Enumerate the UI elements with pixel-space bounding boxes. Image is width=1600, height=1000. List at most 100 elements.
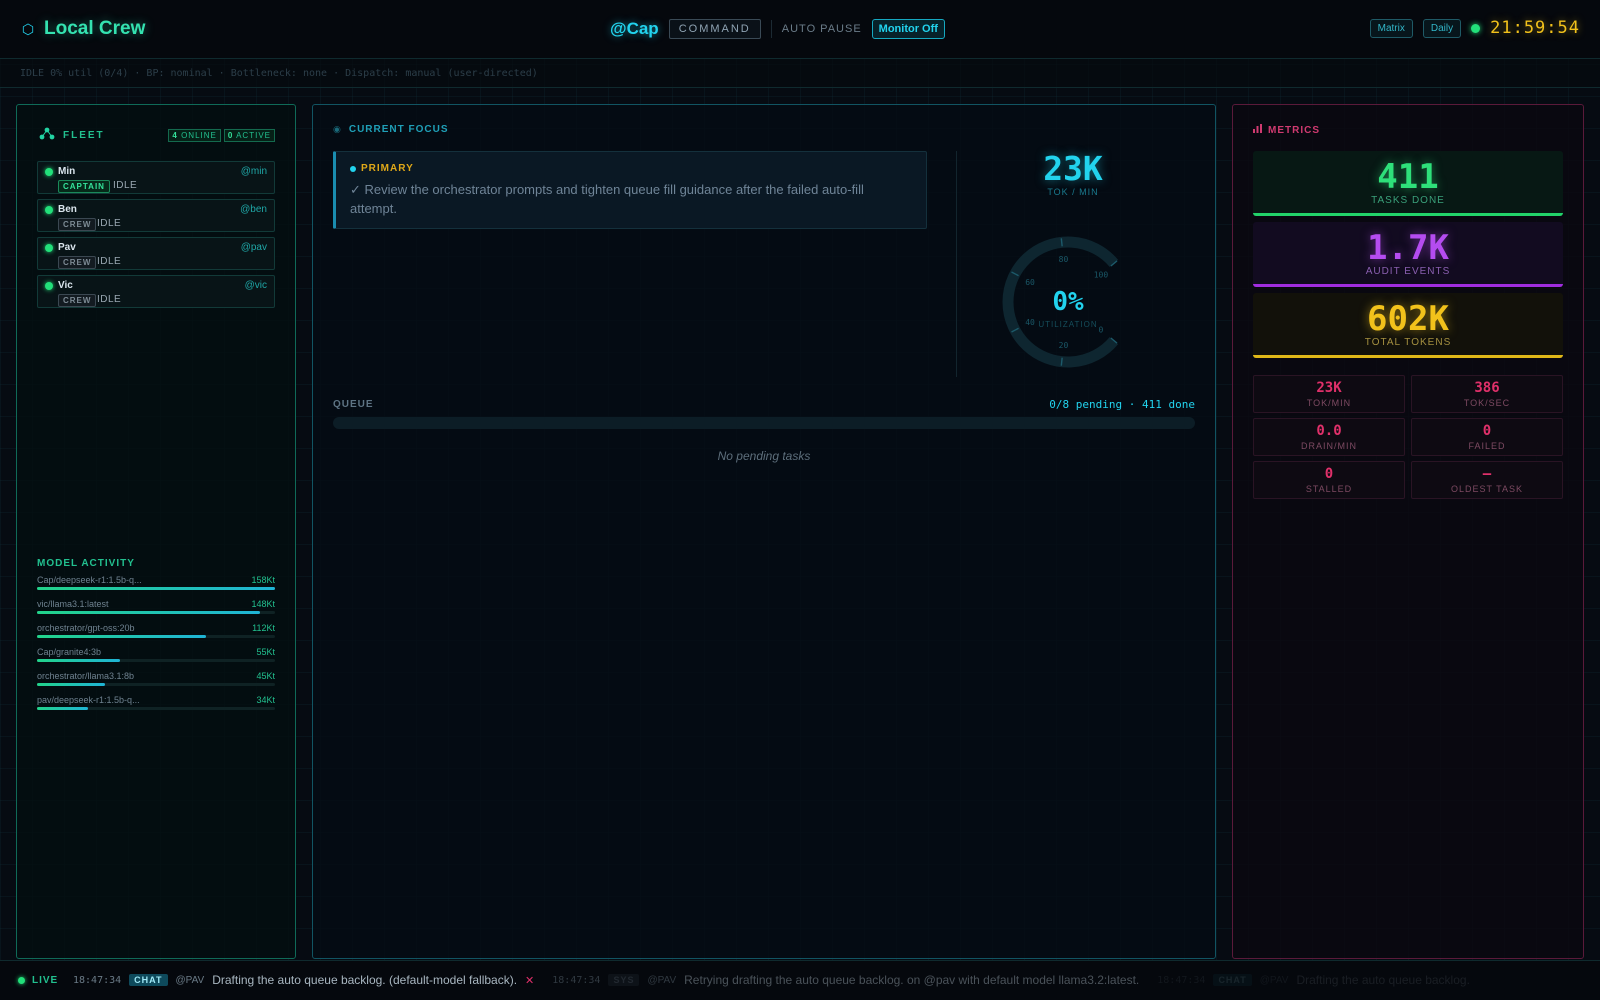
metric-value: 0.0 [1316,423,1342,439]
ticker-time: 18:47:34 [73,974,122,986]
total-tokens-card: 602K TOTAL TOKENS [1253,293,1563,358]
primary-dot-icon [350,165,356,172]
model-activity-bar-track [37,587,275,590]
ticker-item[interactable]: 18:47:34 CHAT @PAV Drafting the auto que… [73,973,534,987]
drain-min-card: 0.0 DRAIN/MIN [1253,418,1405,456]
ticker-item[interactable]: 18:47:34 CHAT @PAV Drafting the auto que… [1157,973,1470,987]
ticker-items: 18:47:34 CHAT @PAV Drafting the auto que… [73,973,1488,987]
close-icon[interactable]: ✕ [525,974,534,987]
model-activity-bar-track [37,659,275,662]
gauge-tick-label: 0 [1099,326,1104,335]
tok-sec-card: 386 TOK/SEC [1411,375,1563,413]
ticker-item[interactable]: 18:47:34 SYS @PAV Retrying drafting the … [552,973,1139,987]
ticker-tag: CHAT [129,974,168,986]
focus-title: CURRENT FOCUS [348,124,449,135]
monitor-toggle-button[interactable]: Monitor Off [871,19,945,39]
utilization-label: UTILIZATION [1038,320,1097,329]
crew-card-vic[interactable]: Vic @vic CREW IDLE [37,275,275,308]
fleet-header: FLEET [39,127,105,143]
metric-label: DRAIN/MIN [1301,441,1357,451]
gauge-tick-label: 40 [1025,318,1035,327]
ticker-tag: SYS [608,974,640,986]
status-line: IDLE 0% util (0/4) · BP: nominal · Bottl… [20,68,538,79]
crew-card-ben[interactable]: Ben @ben CREW IDLE [37,199,275,232]
queue-progress-track [333,417,1195,429]
online-status-dot [45,206,53,214]
metric-value: 602K [1367,299,1449,339]
ticker-time: 18:47:34 [552,974,601,986]
activity-ticker: LIVE 18:47:34 CHAT @PAV Drafting the aut… [0,960,1600,1000]
ticker-message: Drafting the auto queue backlog. (defaul… [212,973,518,987]
queue-empty-message: No pending tasks [717,449,811,463]
online-badge: 4 ONLINE [168,129,221,142]
gauge-tick-label: 100 [1094,270,1109,279]
crew-handle[interactable]: @vic [245,280,267,291]
model-activity-row: Cap/deepseek-r1:1.5b-q... 158Kt [37,575,275,599]
live-dot [18,977,25,984]
role-badge: CAPTAIN [58,180,110,193]
fleet-panel: FLEET 4 ONLINE 0 ACTIVE Min @min CAPTAIN… [16,104,296,959]
metric-value: 23K [1316,380,1342,396]
model-activity-row: orchestrator/gpt-oss:20b 112Kt [37,623,275,647]
model-tokens: 55Kt [256,647,275,657]
model-name: vic/llama3.1:latest [37,599,109,609]
target-icon: ◉ [333,124,341,134]
model-name: orchestrator/llama3.1:8b [37,671,135,681]
model-activity-row: pav/deepseek-r1:1.5b-q... 34Kt [37,695,275,719]
auto-pause-toggle[interactable]: AUTO PAUSE [782,23,862,35]
tasks-done-card: 411 TASKS DONE [1253,151,1563,216]
crew-status: IDLE [113,180,138,191]
primary-task-card[interactable]: PRIMARY ✓ Review the orchestrator prompt… [333,151,927,229]
active-badge: 0 ACTIVE [223,129,275,142]
crew-card-pav[interactable]: Pav @pav CREW IDLE [37,237,275,270]
ticker-tag: CHAT [1213,974,1252,986]
model-activity-row: orchestrator/llama3.1:8b 45Kt [37,671,275,695]
model-activity-bar-track [37,611,275,614]
model-name: Cap/granite4:3b [37,647,102,657]
primary-label: PRIMARY [350,163,414,174]
oldest-task-card: — OLDEST TASK [1411,461,1563,499]
tok-per-min-label: TOK / MIN [1047,187,1099,197]
crew-status: IDLE [97,218,122,229]
queue-label: QUEUE [333,399,374,410]
online-status-dot [45,244,53,252]
crew-handle[interactable]: @pav [241,242,267,253]
role-badge: CREW [58,256,97,269]
ticker-time: 18:47:34 [1157,974,1206,986]
crew-card-min[interactable]: Min @min CAPTAIN IDLE [37,161,275,194]
divider [770,20,772,38]
crew-status: IDLE [97,256,122,267]
matrix-view-button[interactable]: Matrix [1369,18,1413,38]
gauge-tick-label: 60 [1025,278,1035,287]
divider [956,151,957,377]
model-name: Cap/deepseek-r1:1.5b-q... [37,575,142,585]
role-badge: CREW [58,218,97,231]
model-tokens: 34Kt [256,695,275,705]
metric-value: 386 [1474,380,1500,396]
tok-per-min-value: 23K [1043,149,1103,188]
crew-list: Min @min CAPTAIN IDLE Ben @ben CREW IDLE… [37,161,275,313]
brand: ⬡ Local Crew [20,18,146,40]
top-bar: ⬡ Local Crew @Cap COMMAND AUTO PAUSE Mon… [0,0,1600,59]
daily-view-button[interactable]: Daily [1422,18,1462,38]
online-status-dot [45,282,53,290]
queue-summary: 0/8 pending · 411 done [1049,398,1195,411]
metric-label: TOK/SEC [1463,398,1511,408]
model-name: pav/deepseek-r1:1.5b-q... [37,695,140,705]
metrics-header: METRICS [1253,124,1320,136]
ticker-message: Retrying drafting the auto queue backlog… [684,973,1140,987]
crew-handle[interactable]: @min [241,166,267,177]
model-activity-title: MODEL ACTIVITY [37,558,135,569]
model-activity-bar-track [37,683,275,686]
crew-name: Ben [58,204,77,215]
command-button[interactable]: COMMAND [668,19,761,39]
model-tokens: 45Kt [256,671,275,681]
crew-handle[interactable]: @ben [240,204,267,215]
online-status-dot [45,168,53,176]
primary-task-text: ✓ Review the orchestrator prompts and ti… [350,182,864,216]
ticker-author: @PAV [1259,974,1289,986]
active-target[interactable]: @Cap [610,19,659,39]
live-label: LIVE [32,975,59,986]
clock: 21:59:54 [1490,18,1580,38]
metric-label: OLDEST TASK [1450,484,1524,494]
